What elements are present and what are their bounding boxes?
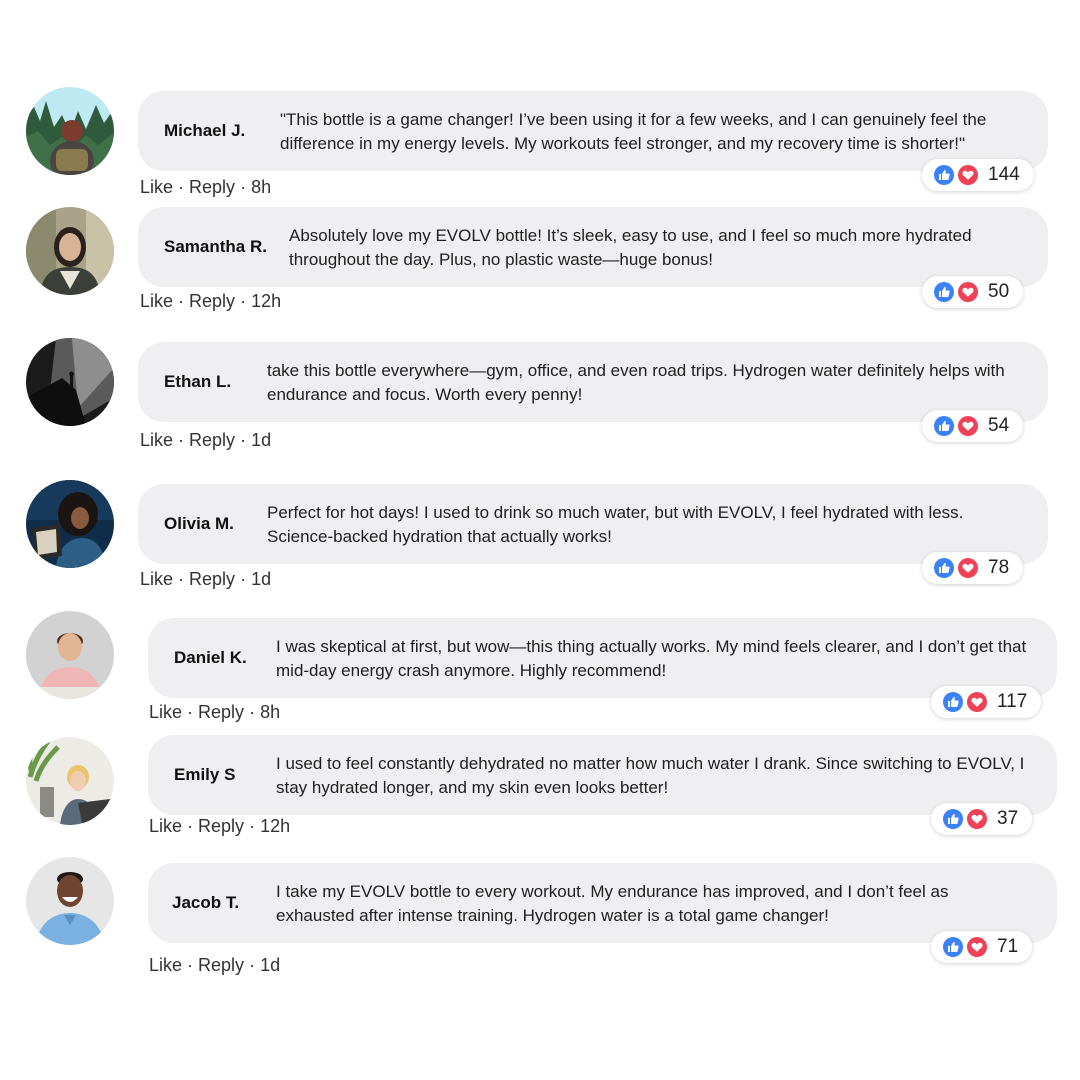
comment-bubble: Jacob T. I take my EVOLV bottle to every… [148,863,1057,943]
reaction-summary[interactable]: 117 [931,686,1042,718]
commenter-name[interactable]: Ethan L. [164,342,231,422]
commenter-name[interactable]: Olivia M. [164,484,234,564]
comment-time: 8h [260,702,281,722]
commenter-name[interactable]: Jacob T. [172,863,239,943]
comment-bubble: Daniel K. I was skeptical at first, but … [148,618,1057,698]
reply-link[interactable]: Reply [198,816,244,836]
reaction-count: 50 [988,281,1010,302]
comment-bubble: Emily S I used to feel constantly dehydr… [148,735,1057,815]
hiker-avatar[interactable] [26,87,114,175]
heart-icon [958,558,978,578]
dark-silhouette-avatar[interactable] [26,338,114,426]
comment-time: 1d [251,430,272,450]
comment-bubble: Ethan L. take this bottle everywhere—gym… [138,342,1048,422]
comment-time: 12h [251,291,282,311]
comment-text: Perfect for hot days! I used to drink so… [267,503,964,546]
like-link[interactable]: Like [149,816,182,836]
comment-bubble: Samantha R. Absolutely love my EVOLV bot… [138,207,1048,287]
heart-icon [967,937,987,957]
reaction-summary[interactable]: 37 [931,803,1033,835]
thumbs-up-icon [934,282,954,302]
thumbs-up-icon [943,692,963,712]
like-link[interactable]: Like [140,569,173,589]
comment-actions: Like · Reply · 1d [140,569,272,589]
heart-icon [958,282,978,302]
commenter-name[interactable]: Daniel K. [174,618,247,698]
reaction-summary[interactable]: 54 [922,410,1024,442]
comment-actions: Like · Reply · 8h [140,177,272,197]
heart-icon [958,416,978,436]
reaction-count: 71 [997,936,1019,957]
thumbs-up-icon [943,937,963,957]
reaction-summary[interactable]: 50 [922,276,1024,308]
like-link[interactable]: Like [149,702,182,722]
reply-link[interactable]: Reply [189,569,235,589]
comment-text: I was skeptical at first, but wow—this t… [276,637,1027,680]
reaction-summary[interactable]: 78 [922,552,1024,584]
like-link[interactable]: Like [149,955,182,975]
comment-text: Absolutely love my EVOLV bottle! It’s sl… [289,226,972,269]
reply-link[interactable]: Reply [189,430,235,450]
reaction-count: 144 [988,164,1020,185]
commenter-name[interactable]: Michael J. [164,91,245,171]
thumbs-up-icon [943,809,963,829]
reaction-count: 54 [988,415,1010,436]
thumbs-up-icon [934,416,954,436]
comment-time: 12h [260,816,291,836]
heart-icon [958,165,978,185]
reaction-count: 37 [997,808,1019,829]
reply-link[interactable]: Reply [198,702,244,722]
reaction-count: 78 [988,557,1010,578]
reply-link[interactable]: Reply [189,177,235,197]
comment-time: 1d [260,955,281,975]
woman-portrait-avatar[interactable] [26,207,114,295]
comment-bubble: Olivia M. Perfect for hot days! I used t… [138,484,1048,564]
thumbs-up-icon [934,558,954,578]
comment-actions: Like · Reply · 8h [149,702,281,722]
like-link[interactable]: Like [140,177,173,197]
comment-actions: Like · Reply · 12h [149,816,291,836]
comment-text: I take my EVOLV bottle to every workout.… [276,882,949,925]
smiling-man-avatar[interactable] [26,611,114,699]
like-link[interactable]: Like [140,430,173,450]
comment-actions: Like · Reply · 1d [140,430,272,450]
comment-text: take this bottle everywhere—gym, office,… [267,361,1005,404]
reply-link[interactable]: Reply [189,291,235,311]
comment-time: 8h [251,177,272,197]
comment-actions: Like · Reply · 12h [140,291,282,311]
commenter-name[interactable]: Emily S [174,735,235,815]
comment-bubble: Michael J. "This bottle is a game change… [138,91,1048,171]
reaction-summary[interactable]: 71 [931,931,1033,963]
reaction-summary[interactable]: 144 [922,159,1034,191]
woman-laptop-avatar[interactable] [26,737,114,825]
reply-link[interactable]: Reply [198,955,244,975]
comment-actions: Like · Reply · 1d [149,955,281,975]
comment-text: "This bottle is a game changer! I’ve bee… [280,110,987,153]
thumbs-up-icon [934,165,954,185]
reader-avatar[interactable] [26,480,114,568]
heart-icon [967,692,987,712]
like-link[interactable]: Like [140,291,173,311]
comment-text: I used to feel constantly dehydrated no … [276,754,1025,797]
heart-icon [967,809,987,829]
commenter-name[interactable]: Samantha R. [164,207,267,287]
reaction-count: 117 [997,691,1028,712]
comment-time: 1d [251,569,272,589]
laughing-man-avatar[interactable] [26,857,114,945]
